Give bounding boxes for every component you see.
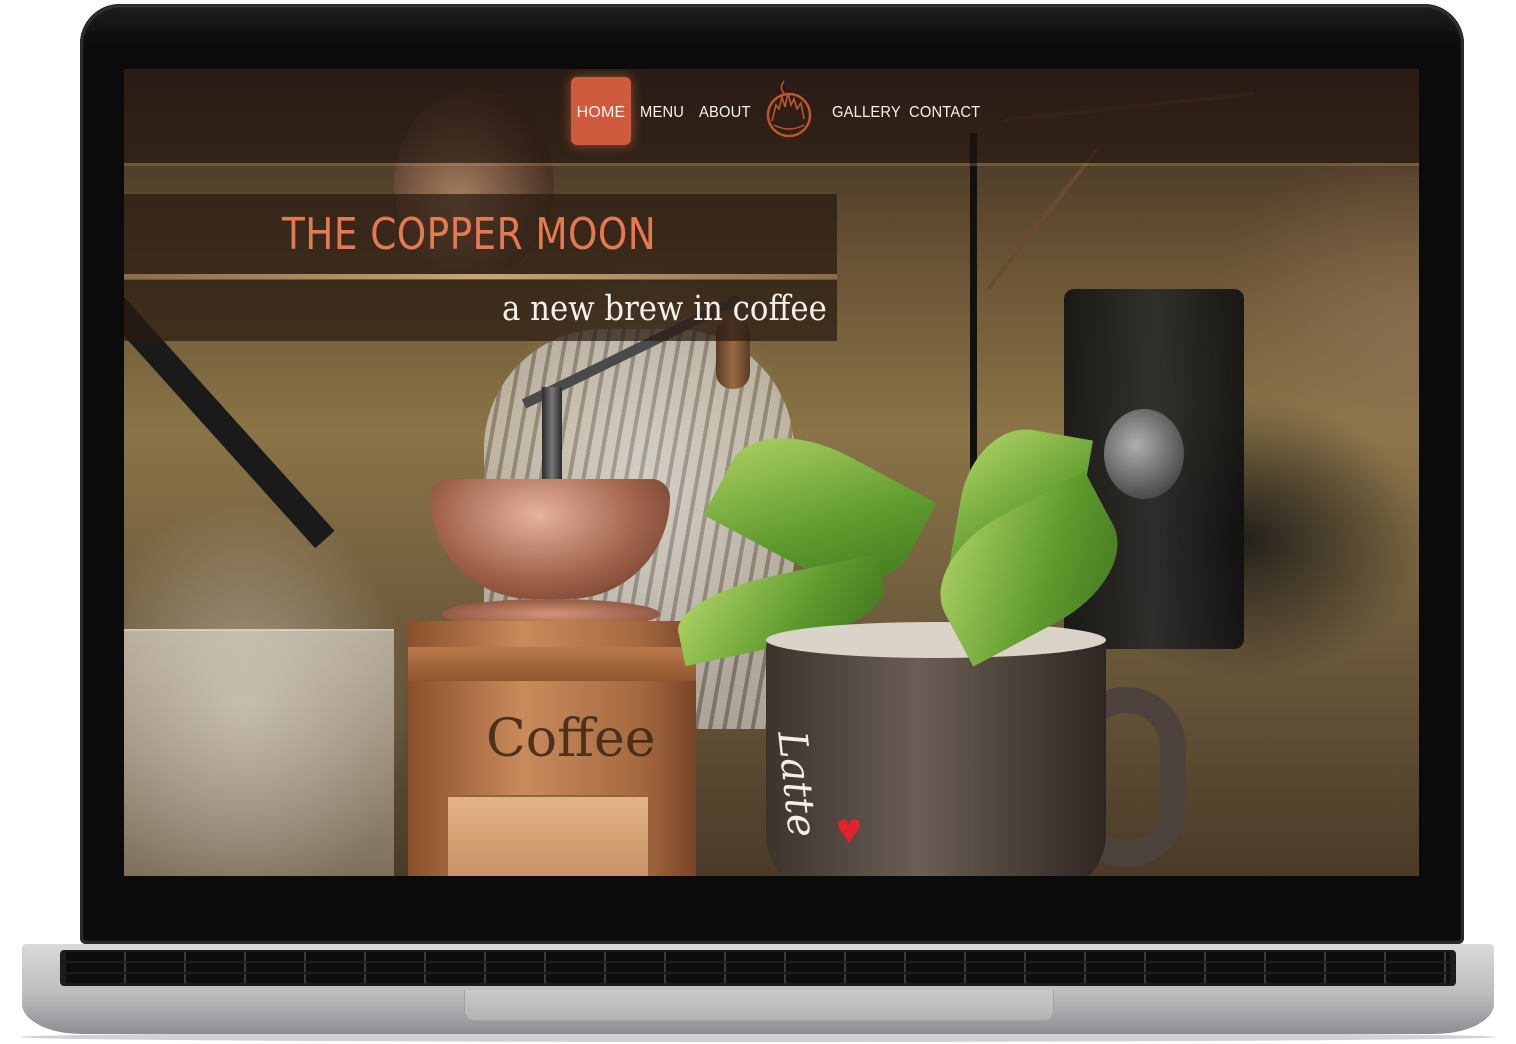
lid-gloss: [82, 6, 1462, 46]
laptop-mockup: Coffee Latte ♥ HOME MENU ABOUT GALLERY C…: [0, 0, 1516, 1044]
nav-contact[interactable]: CONTACT: [909, 77, 980, 145]
key-row: [66, 963, 1450, 972]
hero-subtitle: a new brew in coffee: [502, 289, 827, 329]
website-screen: Coffee Latte ♥ HOME MENU ABOUT GALLERY C…: [124, 69, 1419, 876]
hero-title: THE COPPER MOON: [282, 209, 657, 260]
hero-band-divider: [124, 274, 837, 279]
nav-menu[interactable]: MENU: [640, 77, 684, 145]
orchid-stem: [986, 145, 1101, 291]
mug-rim: [766, 622, 1106, 658]
heart-icon: ♥: [836, 805, 863, 854]
nav-gallery[interactable]: GALLERY: [832, 77, 901, 145]
main-nav: HOME MENU ABOUT GALLERY CONTACT: [124, 69, 1419, 163]
grinder-box-lip: [408, 647, 696, 681]
key-row: [66, 974, 1450, 983]
grinder-drawer: [446, 795, 650, 876]
copper-moon-logo-icon[interactable]: [764, 75, 814, 149]
espresso-dial: [1104, 409, 1184, 499]
keyboard: [60, 950, 1456, 986]
nav-about[interactable]: ABOUT: [699, 77, 751, 145]
grinder-shaft: [542, 387, 562, 487]
grinder-label: Coffee: [486, 709, 656, 769]
navbar-divider: [124, 163, 1419, 166]
mug-body: [766, 634, 1106, 876]
nav-home[interactable]: HOME: [571, 77, 631, 145]
key-row: [66, 952, 1450, 961]
trackpad: [464, 990, 1054, 1021]
counter-display: [124, 629, 394, 876]
